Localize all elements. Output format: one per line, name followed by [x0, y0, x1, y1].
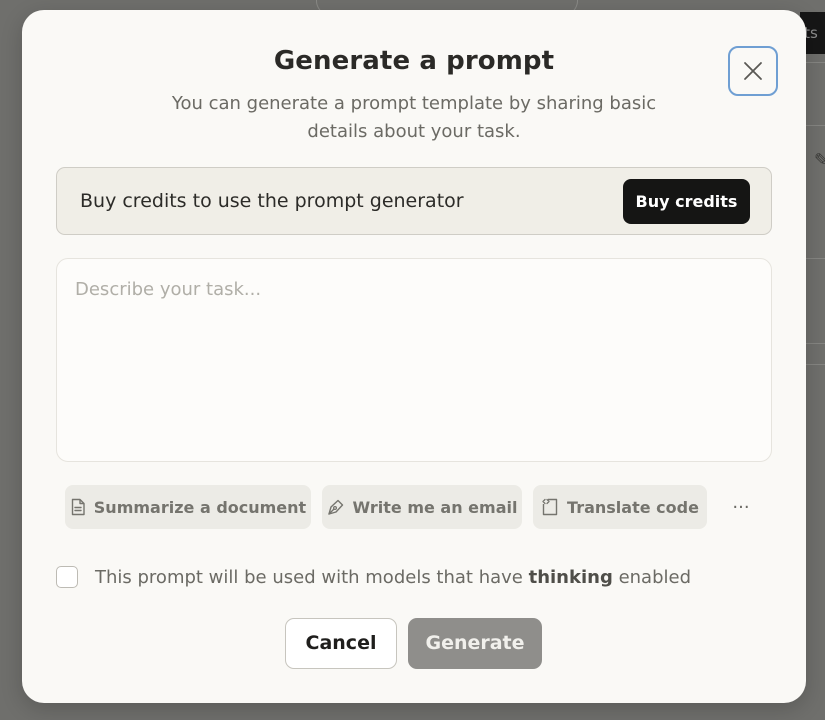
- suggestion-label: Translate code: [567, 497, 699, 517]
- thinking-label-emphasis: thinking: [528, 566, 613, 588]
- suggestion-write-email[interactable]: Write me an email: [322, 485, 522, 529]
- code-file-icon: [542, 498, 558, 516]
- generate-prompt-dialog: Generate a prompt You can generate a pro…: [22, 10, 806, 703]
- suggestion-summarize-document[interactable]: Summarize a document: [65, 485, 311, 529]
- background-divider: [806, 62, 825, 63]
- credits-message: Buy credits to use the prompt generator: [80, 190, 464, 212]
- cancel-button[interactable]: Cancel: [285, 618, 397, 669]
- thinking-option: This prompt will be used with models tha…: [56, 564, 691, 590]
- thinking-label-prefix: This prompt will be used with models tha…: [95, 566, 529, 588]
- background-divider: [806, 364, 825, 365]
- pen-nib-icon: [327, 499, 343, 515]
- thinking-label: This prompt will be used with models tha…: [95, 567, 691, 588]
- background-divider: [806, 258, 825, 259]
- thinking-label-suffix: enabled: [612, 566, 692, 588]
- suggestion-label: Write me an email: [352, 497, 518, 517]
- buy-credits-button[interactable]: Buy credits: [623, 179, 750, 224]
- suggestion-translate-code[interactable]: Translate code: [533, 485, 707, 529]
- credits-banner: Buy credits to use the prompt generator …: [56, 167, 772, 235]
- dialog-subtitle: You can generate a prompt template by sh…: [171, 93, 657, 142]
- background-divider: [806, 125, 825, 126]
- generate-button: Generate: [408, 618, 542, 669]
- task-description-input[interactable]: [56, 258, 772, 462]
- thinking-checkbox[interactable]: [56, 566, 78, 588]
- close-button[interactable]: [728, 46, 778, 96]
- background-pen-icon: ✎: [814, 150, 825, 171]
- suggestion-label: Summarize a document: [93, 497, 307, 517]
- dialog-title: Generate a prompt: [273, 46, 555, 76]
- more-suggestions-button[interactable]: ···: [724, 490, 758, 524]
- document-icon: [71, 498, 85, 516]
- close-icon: [744, 62, 762, 80]
- background-divider: [806, 343, 825, 344]
